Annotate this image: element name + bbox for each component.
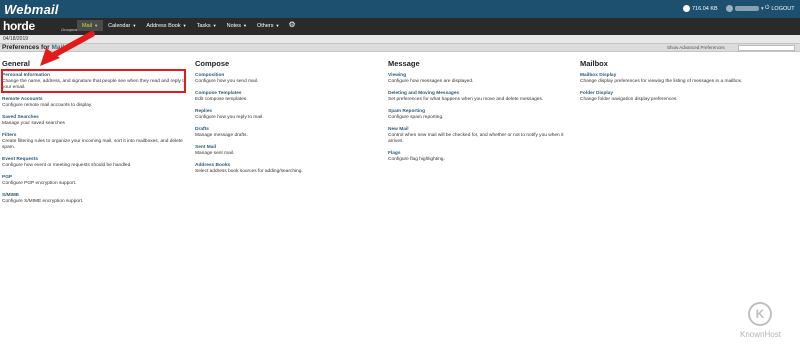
- knownhost-logo-icon: K: [748, 302, 772, 326]
- annotation-arrow-icon: [40, 31, 95, 66]
- watermark-text: KnownHost: [740, 330, 781, 339]
